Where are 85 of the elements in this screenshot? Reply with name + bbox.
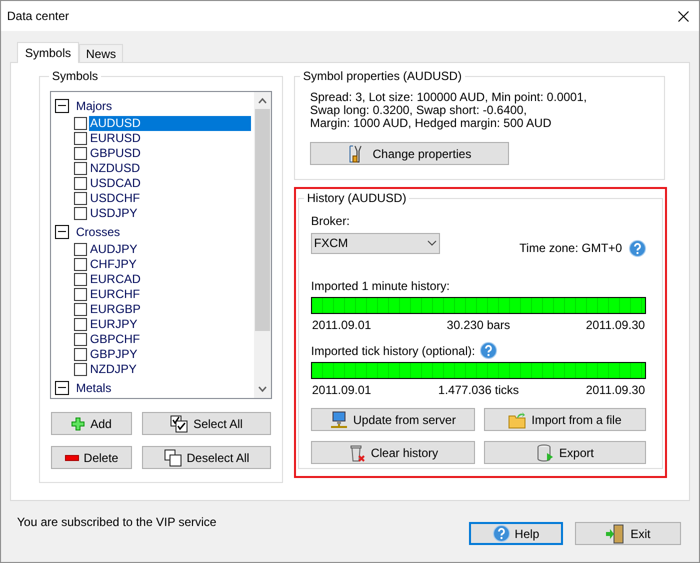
- checkbox[interactable]: [74, 363, 87, 376]
- property-text: Swap long: 0.3200, Swap short: -0.6400,: [310, 104, 527, 117]
- symbol-item[interactable]: GBPCHF: [89, 332, 142, 347]
- help-icon: [492, 525, 510, 542]
- group-label: Metals: [76, 380, 112, 396]
- delete-button[interactable]: Delete: [51, 446, 132, 469]
- symbol-item[interactable]: CHFJPY: [89, 257, 138, 272]
- database-icon: [536, 444, 554, 462]
- property-text: Spread: 3, Lot size: 100000 AUD, Min point: 0.0001,: [310, 91, 588, 104]
- tab[interactable]: Symbols: [17, 42, 80, 63]
- collapse-toggle[interactable]: [55, 224, 69, 238]
- select-all-button[interactable]: Select All: [142, 412, 271, 435]
- start-date: 2011.09.01: [312, 317, 372, 334]
- checkboxes-icon: [170, 414, 188, 432]
- symbol-item[interactable]: EURJPY: [89, 317, 138, 332]
- tab[interactable]: News: [79, 44, 124, 62]
- exit-button[interactable]: Exit: [575, 522, 681, 545]
- status-text: You are subscribed to the VIP service: [17, 514, 216, 531]
- checkbox[interactable]: [74, 117, 87, 130]
- checkbox[interactable]: [74, 192, 87, 205]
- checkbox[interactable]: [74, 273, 87, 286]
- deselect-all-button[interactable]: Deselect All: [142, 446, 271, 469]
- update-button[interactable]: Update from server: [311, 408, 475, 431]
- checkbox[interactable]: [74, 243, 87, 256]
- add-button[interactable]: Add: [51, 412, 132, 435]
- scrollbar[interactable]: [254, 92, 271, 398]
- help-icon: [629, 240, 646, 256]
- symbol-item[interactable]: NZDJPY: [89, 362, 138, 377]
- checkbox[interactable]: [74, 288, 87, 301]
- computer-icon: [330, 410, 348, 428]
- symbol-item[interactable]: GBPJPY: [89, 347, 138, 362]
- group-label: Majors: [76, 98, 112, 114]
- export-button[interactable]: Export: [484, 441, 646, 464]
- collapse-toggle[interactable]: [55, 380, 69, 394]
- checkbox[interactable]: [74, 162, 87, 175]
- end-date: 2011.09.30: [586, 317, 645, 334]
- timezone-text: Time zone: GMT+0: [519, 240, 622, 257]
- import-label: Imported tick history (optional):: [311, 342, 476, 360]
- checkbox[interactable]: [74, 258, 87, 271]
- chevron-down-icon: [427, 240, 437, 246]
- symbol-item[interactable]: NZDUSD: [89, 161, 141, 176]
- help-button[interactable]: Help: [469, 522, 563, 545]
- broker-dropdown[interactable]: FXCM: [311, 232, 440, 254]
- door-icon: [605, 524, 626, 544]
- symbol-item[interactable]: EURGBP: [89, 302, 142, 317]
- symbol-item[interactable]: EURCAD: [89, 272, 142, 287]
- symbol-item[interactable]: AUDJPY: [89, 242, 138, 257]
- checkbox[interactable]: [74, 132, 87, 145]
- minus-icon: [64, 454, 79, 460]
- symbol-item[interactable]: USDCAD: [89, 176, 142, 191]
- checkbox[interactable]: [74, 303, 87, 316]
- folder-icon: [508, 410, 526, 428]
- symbol-item[interactable]: GBPUSD: [89, 146, 142, 161]
- import-button[interactable]: Import from a file: [484, 408, 646, 431]
- start-date: 2011.09.01: [312, 382, 372, 399]
- symbol-item[interactable]: USDJPY: [89, 206, 138, 221]
- close-icon[interactable]: [678, 10, 689, 22]
- end-date: 2011.09.30: [586, 382, 645, 399]
- group-title: History (AUDUSD): [306, 190, 408, 207]
- group-title: Symbol properties (AUDUSD): [302, 68, 463, 85]
- count-text: 30.230 bars: [446, 317, 510, 334]
- group-title: Symbols: [51, 68, 100, 85]
- clear-button[interactable]: Clear history: [311, 441, 475, 464]
- checkbox[interactable]: [74, 333, 87, 346]
- count-text: 1.477.036 ticks: [438, 382, 519, 399]
- symbol-item[interactable]: AUDUSD: [89, 116, 251, 131]
- trash-icon: [348, 444, 366, 462]
- symbol-item[interactable]: EURUSD: [89, 131, 142, 146]
- help-icon: [480, 342, 498, 359]
- checkbox[interactable]: [74, 177, 87, 190]
- wrench-button[interactable]: Change properties: [310, 142, 509, 165]
- property-text: Margin: 1000 AUD, Hedged margin: 500 AUD: [310, 117, 552, 130]
- collapse-toggle[interactable]: [55, 98, 69, 112]
- squares-icon: [164, 448, 182, 466]
- symbol-item[interactable]: USDCHF: [89, 191, 141, 206]
- symbol-item[interactable]: EURCHF: [89, 287, 141, 302]
- checkbox[interactable]: [74, 147, 87, 160]
- group-label: Crosses: [76, 224, 120, 240]
- checkbox[interactable]: [74, 318, 87, 331]
- field-label: Broker:: [311, 214, 351, 228]
- import-label: Imported 1 minute history:: [311, 278, 450, 294]
- plus-icon: [71, 416, 86, 430]
- window-title: Data center: [7, 8, 70, 25]
- checkbox[interactable]: [74, 348, 87, 361]
- checkbox[interactable]: [74, 207, 87, 220]
